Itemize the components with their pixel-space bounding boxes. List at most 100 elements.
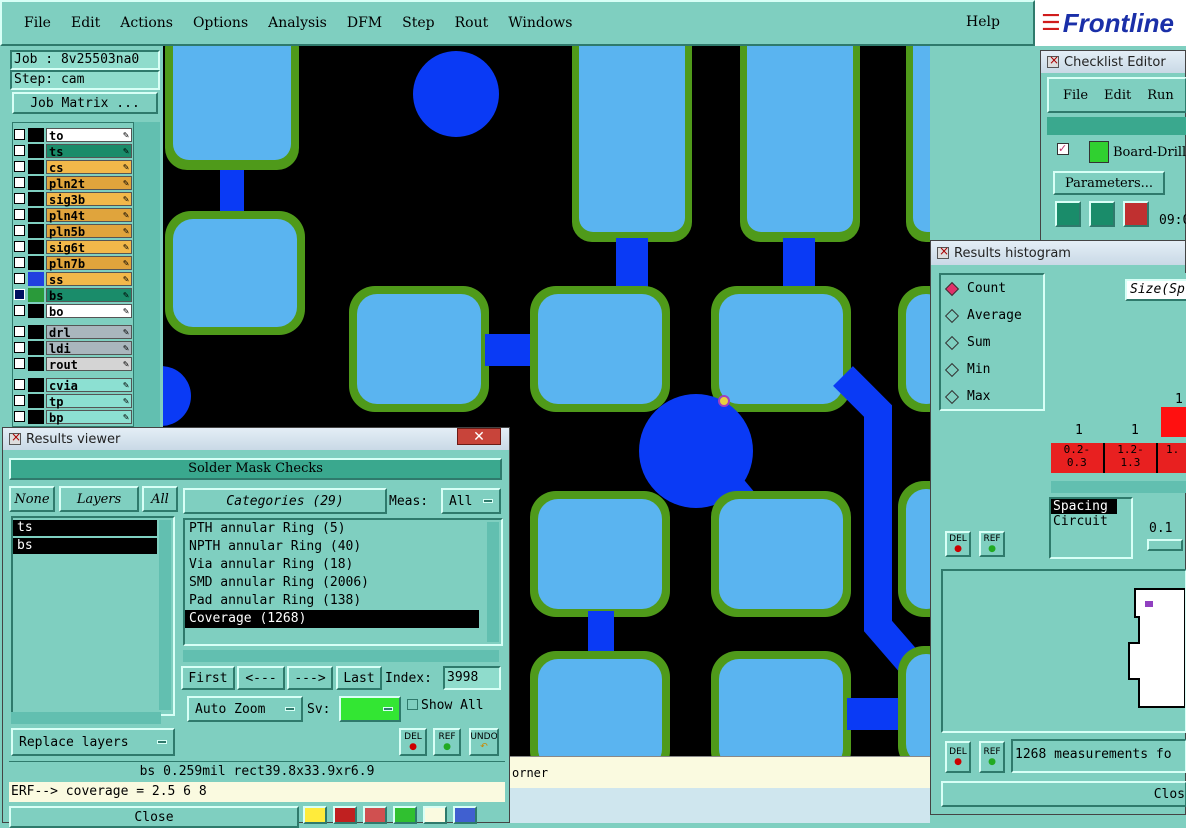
layer-name[interactable]: to ✎ <box>46 127 132 143</box>
auto-zoom-select[interactable]: Auto Zoom <box>187 696 303 722</box>
last-button[interactable]: Last <box>336 666 382 690</box>
layer-row-ldi[interactable]: ldi ✎ <box>14 340 132 356</box>
replace-layers-select[interactable]: Replace layers <box>11 728 175 756</box>
layer-result-item[interactable]: bs <box>13 538 157 554</box>
category-item[interactable]: Pad annular Ring (138) <box>185 592 501 610</box>
tool-icon[interactable] <box>363 806 387 824</box>
layer-checkbox[interactable] <box>14 193 25 204</box>
layer-name[interactable]: sig6t ✎ <box>46 239 132 255</box>
menu-analysis[interactable]: Analysis <box>268 15 327 31</box>
layer-color-swatch[interactable] <box>28 393 44 408</box>
menu-dfm[interactable]: DFM <box>347 15 382 31</box>
preview-ref-button[interactable]: REF ● <box>979 741 1005 773</box>
menu-file[interactable]: File <box>24 15 51 31</box>
layer-list-hscroll[interactable] <box>11 712 161 724</box>
first-button[interactable]: First <box>181 666 235 690</box>
layer-row-tp[interactable]: tp ✎ <box>14 393 132 409</box>
layer-checkbox[interactable] <box>14 145 25 156</box>
index-input[interactable]: 3998 <box>443 666 501 690</box>
histogram-close-button[interactable]: Clos <box>941 781 1186 807</box>
check-type-item[interactable]: Circuit <box>1051 514 1131 529</box>
undo-button[interactable]: UNDO ↶ <box>469 728 499 756</box>
layer-name[interactable]: pln4t ✎ <box>46 207 132 223</box>
layer-name[interactable]: ss ✎ <box>46 271 132 287</box>
layer-color-swatch[interactable] <box>28 356 44 371</box>
histogram-ref-button[interactable]: REF ● <box>979 531 1005 557</box>
layer-checkbox[interactable] <box>14 273 25 284</box>
layer-row-bo[interactable]: bo ✎ <box>14 303 132 319</box>
layers-button[interactable]: Layers <box>59 486 139 512</box>
meas-select[interactable]: All <box>441 488 501 514</box>
category-list[interactable]: PTH annular Ring (5) NPTH annular Ring (… <box>183 518 503 646</box>
prev-button[interactable]: <--- <box>237 666 285 690</box>
layer-checkbox[interactable] <box>14 225 25 236</box>
layer-checkbox[interactable] <box>14 209 25 220</box>
next-button[interactable]: ---> <box>287 666 333 690</box>
menu-step[interactable]: Step <box>402 15 434 31</box>
category-item-selected[interactable]: Coverage (1268) <box>185 610 479 628</box>
menu-actions[interactable]: Actions <box>120 15 173 31</box>
menu-options[interactable]: Options <box>193 15 248 31</box>
layer-checkbox[interactable] <box>14 257 25 268</box>
layer-color-swatch[interactable] <box>28 340 44 355</box>
layer-name[interactable]: tp ✎ <box>46 393 132 409</box>
del-button[interactable]: DEL ● <box>399 728 427 756</box>
run-icon[interactable] <box>1055 201 1081 227</box>
preview-del-button[interactable]: DEL ● <box>945 741 971 773</box>
tool-icon[interactable] <box>303 806 327 824</box>
layer-color-swatch[interactable] <box>28 207 44 222</box>
option-max[interactable]: Max <box>941 383 1043 410</box>
layer-color-swatch[interactable] <box>28 239 44 254</box>
layer-name[interactable]: bo ✎ <box>46 303 132 319</box>
sv-color-select[interactable] <box>339 696 401 722</box>
layer-name[interactable]: rout ✎ <box>46 356 132 372</box>
checklist-menu-run[interactable]: Run <box>1147 88 1174 103</box>
run-icon[interactable] <box>1123 201 1149 227</box>
histogram-del-button[interactable]: DEL ● <box>945 531 971 557</box>
layer-checkbox[interactable] <box>14 161 25 172</box>
layer-row-to[interactable]: to ✎ <box>14 127 132 143</box>
layer-checkbox[interactable] <box>14 129 25 140</box>
layer-color-swatch[interactable] <box>28 303 44 318</box>
checkmark-icon[interactable]: ✓ <box>1057 143 1069 155</box>
layer-checkbox[interactable] <box>14 326 25 337</box>
layer-color-swatch[interactable] <box>28 223 44 238</box>
layer-row-cs[interactable]: cs ✎ <box>14 159 132 175</box>
layer-scroll-area[interactable] <box>134 122 160 427</box>
check-type-list[interactable]: Spacing Circuit <box>1049 497 1133 559</box>
parameters-button[interactable]: Parameters... <box>1053 171 1165 195</box>
layer-color-swatch[interactable] <box>28 271 44 286</box>
layer-list-scrollbar[interactable] <box>159 520 171 710</box>
layer-name[interactable]: drl ✎ <box>46 324 132 340</box>
menu-rout[interactable]: Rout <box>455 15 489 31</box>
category-list-scrollbar[interactable] <box>487 522 499 642</box>
tool-icon[interactable] <box>393 806 417 824</box>
layer-row-ts[interactable]: ts ✎ <box>14 143 132 159</box>
layer-checkbox[interactable] <box>14 289 25 300</box>
layer-result-list[interactable]: ts bs <box>11 516 175 716</box>
layer-name[interactable]: pln5b ✎ <box>46 223 132 239</box>
layer-color-swatch[interactable] <box>28 324 44 339</box>
layer-name[interactable]: bp ✎ <box>46 409 132 425</box>
none-button[interactable]: None <box>9 486 55 512</box>
layer-row-drl[interactable]: drl ✎ <box>14 324 132 340</box>
close-icon[interactable]: ✕ <box>457 428 501 445</box>
layer-name[interactable]: bs ✎ <box>46 287 132 303</box>
layer-name[interactable]: cvia ✎ <box>46 377 132 393</box>
layer-result-item[interactable]: ts <box>13 520 157 536</box>
checklist-menu-edit[interactable]: Edit <box>1104 88 1131 103</box>
category-item[interactable]: NPTH annular Ring (40) <box>185 538 501 556</box>
layer-row-pln7b[interactable]: pln7b ✎ <box>14 255 132 271</box>
layer-checkbox[interactable] <box>14 342 25 353</box>
menu-windows[interactable]: Windows <box>508 15 572 31</box>
option-average[interactable]: Average <box>941 302 1043 329</box>
show-all-checkbox[interactable] <box>407 699 418 710</box>
categories-button[interactable]: Categories (29) <box>183 488 387 514</box>
board-preview[interactable] <box>941 569 1186 733</box>
layer-row-bs[interactable]: bs ✎ <box>14 287 132 303</box>
check-type-item[interactable]: Spacing <box>1051 499 1117 514</box>
tool-icon[interactable] <box>333 806 357 824</box>
layer-row-sig3b[interactable]: sig3b ✎ <box>14 191 132 207</box>
menu-help[interactable]: Help <box>966 14 1000 30</box>
layer-color-swatch[interactable] <box>28 127 44 142</box>
